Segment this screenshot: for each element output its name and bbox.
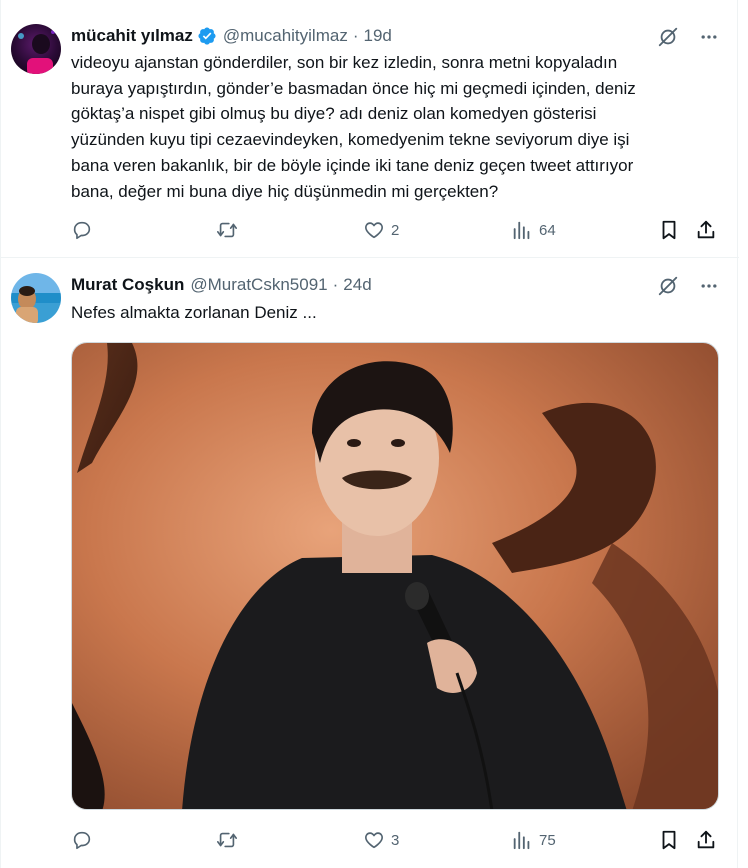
retweet-button[interactable] [216, 825, 238, 855]
like-count: 3 [391, 831, 400, 849]
timeline: mücahit yılmaz @mucahityilmaz · 19d vide… [0, 0, 739, 868]
tweet-1[interactable]: mücahit yılmaz @mucahityilmaz · 19d vide… [1, 0, 739, 258]
like-icon [365, 222, 383, 239]
more-icon[interactable] [699, 27, 719, 47]
views-button[interactable]: 64 [511, 215, 556, 245]
author-handle[interactable]: @mucahityilmaz [223, 26, 348, 46]
like-button[interactable]: 2 [363, 215, 399, 245]
reply-icon [73, 221, 91, 240]
retweet-icon [217, 222, 237, 238]
tweet-text: videoyu ajanstan gönderdiler, son bir ke… [71, 53, 636, 201]
bookmark-icon [662, 220, 676, 240]
view-count: 64 [539, 221, 556, 239]
tweet-actions: 2 64 [61, 215, 731, 245]
views-icon [513, 221, 530, 240]
separator: · [332, 275, 339, 294]
author-handle[interactable]: @MuratCskn5091 [190, 275, 327, 295]
like-icon [365, 832, 383, 849]
like-count: 2 [391, 221, 400, 239]
tweet-top-actions [657, 26, 719, 48]
tweet-photo[interactable] [71, 342, 719, 810]
retweet-button[interactable] [216, 215, 238, 245]
share-button[interactable] [695, 825, 717, 855]
avatar[interactable] [11, 24, 61, 74]
more-icon[interactable] [699, 276, 719, 296]
bookmark-button[interactable] [658, 215, 680, 245]
timestamp[interactable]: 19d [364, 26, 392, 46]
retweet-icon [217, 832, 237, 848]
share-icon [697, 220, 715, 239]
verified-badge-icon [198, 27, 216, 45]
views-button[interactable]: 75 [511, 825, 556, 855]
tweet-text: Nefes almakta zorlanan Deniz ... [71, 303, 317, 322]
tweet-2[interactable]: Murat Coşkun @MuratCskn5091 · 24d Nefes … [1, 258, 739, 868]
bookmark-icon [662, 830, 676, 850]
grok-icon[interactable] [657, 275, 679, 297]
like-button[interactable]: 3 [363, 825, 399, 855]
tweet-actions: 3 75 [61, 825, 731, 855]
author-name[interactable]: Murat Coşkun [71, 275, 184, 295]
tweet-header: Murat Coşkun @MuratCskn5091 · 24d [71, 273, 372, 297]
reply-button[interactable] [71, 825, 93, 855]
tweet-header: mücahit yılmaz @mucahityilmaz · 19d [71, 24, 392, 48]
author-name[interactable]: mücahit yılmaz [71, 26, 193, 46]
reply-button[interactable] [71, 215, 93, 245]
view-count: 75 [539, 831, 556, 849]
timestamp[interactable]: 24d [343, 275, 371, 295]
grok-icon[interactable] [657, 26, 679, 48]
avatar[interactable] [11, 273, 61, 323]
share-icon [697, 830, 715, 849]
reply-icon [73, 831, 91, 850]
bookmark-button[interactable] [658, 825, 680, 855]
views-icon [513, 831, 530, 850]
share-button[interactable] [695, 215, 717, 245]
tweet-top-actions [657, 275, 719, 297]
separator: · [352, 26, 359, 45]
